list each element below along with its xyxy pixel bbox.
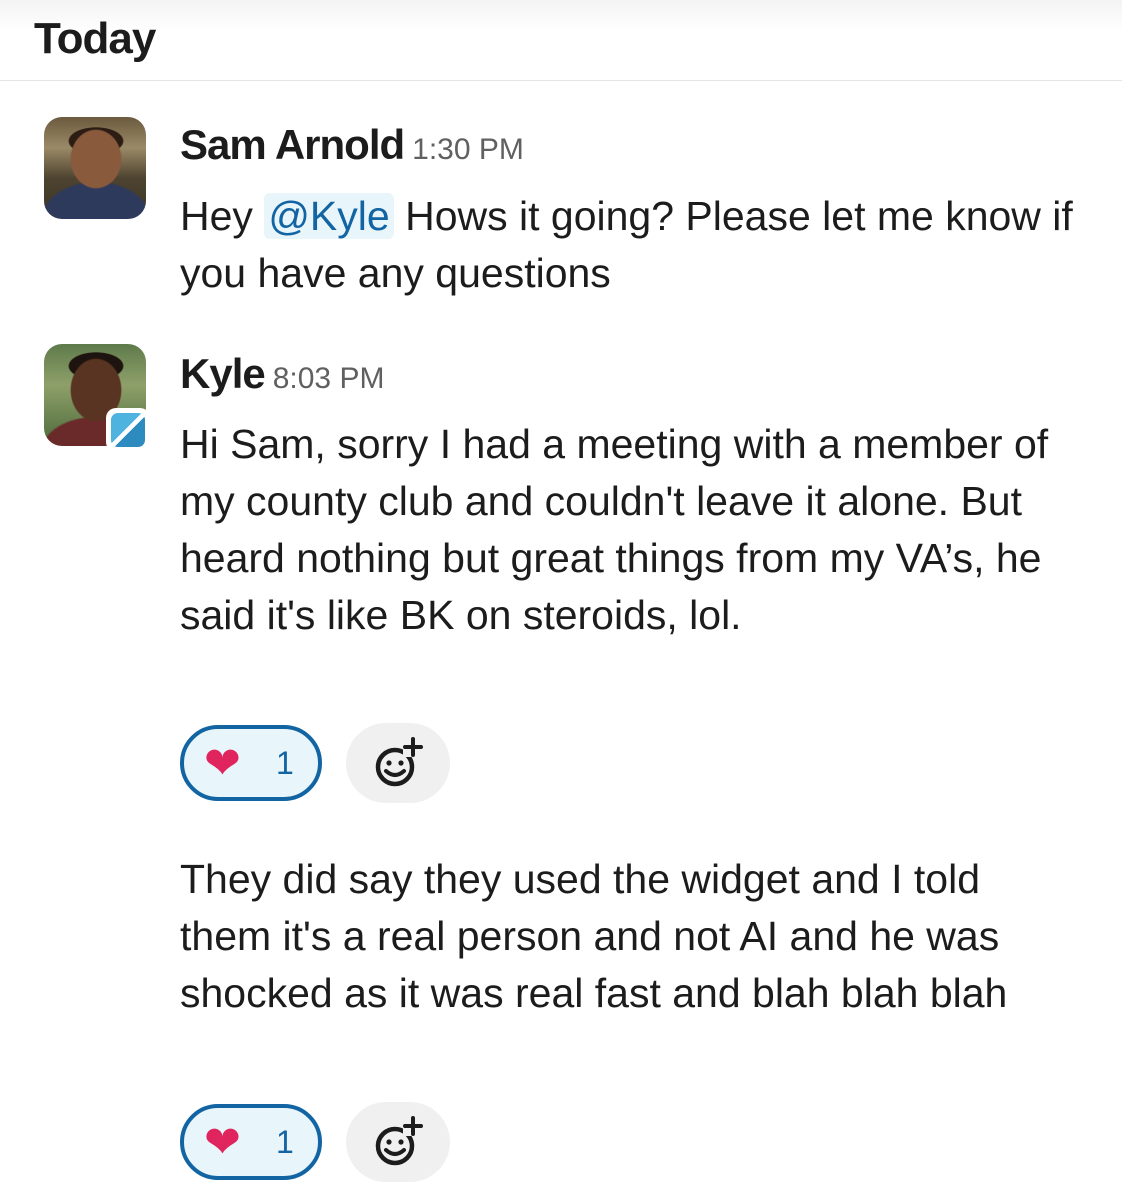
app-badge-icon (106, 408, 150, 452)
message-body: They did say they used the widget and I … (180, 856, 1008, 1016)
heart-reaction-button[interactable]: ❤ 1 (180, 1104, 322, 1180)
heart-icon: ❤ (204, 1118, 241, 1167)
message-timestamp[interactable]: 8:03 PM (273, 362, 385, 395)
app-badge-icon-glyph (111, 413, 145, 447)
message-header: Sam Arnold 1:30 PM (180, 121, 524, 169)
day-divider: Today (0, 0, 1122, 81)
add-reaction-button[interactable] (346, 1102, 450, 1182)
add-emoji-icon (375, 737, 423, 787)
sam-arnold-avatar[interactable] (44, 117, 146, 219)
message-pane: Today Sam Arnold 1:30 PM Hey @Kyle Hows i… (0, 0, 1122, 1200)
message-timestamp[interactable]: 1:30 PM (412, 133, 524, 166)
user-mention[interactable]: @Kyle (264, 193, 394, 239)
add-reaction-button[interactable] (346, 723, 450, 803)
message-body: Hi Sam, sorry I had a meeting with a mem… (180, 421, 1049, 638)
reaction-count: 1 (276, 745, 294, 781)
author-name[interactable]: Kyle (180, 350, 266, 397)
message-header: Kyle 8:03 PM (180, 350, 384, 398)
reaction-count: 1 (276, 1124, 294, 1160)
heart-reaction-button[interactable]: ❤ 1 (180, 725, 322, 801)
message-body: Hey @Kyle Hows it going? Please let me k… (180, 188, 1080, 302)
add-emoji-icon (375, 1116, 423, 1166)
message-text: Hey (180, 193, 265, 239)
heart-icon: ❤ (204, 739, 241, 788)
author-name[interactable]: Sam Arnold (180, 121, 405, 168)
day-divider-label: Today (34, 14, 156, 63)
